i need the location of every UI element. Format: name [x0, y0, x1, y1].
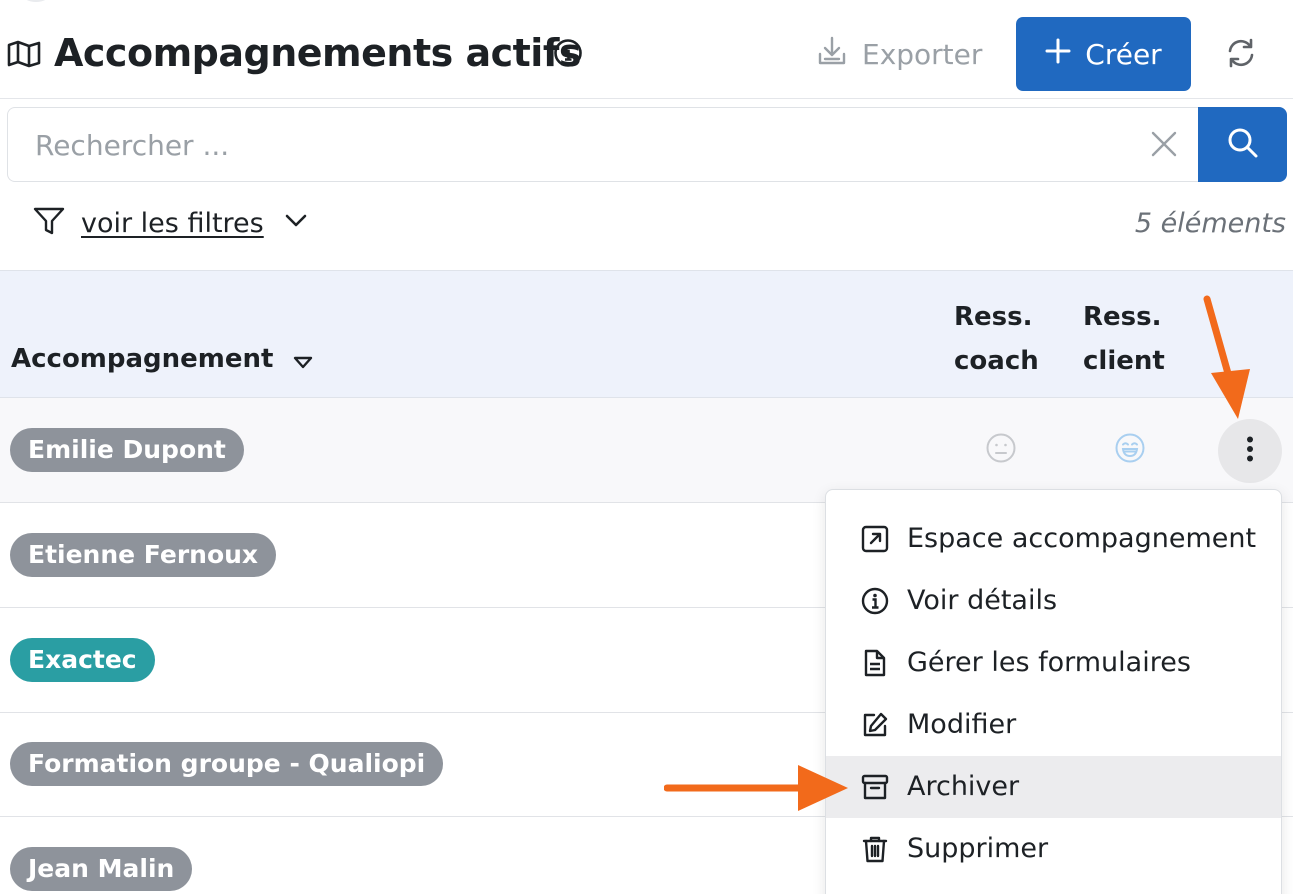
menu-item-label: Supprimer: [907, 833, 1049, 864]
download-icon: [816, 35, 848, 74]
table-header: Accompagnement Ress. coach Ress. client: [0, 270, 1293, 398]
menu-item-label: Modifier: [907, 709, 1017, 740]
grin-face-icon: [1114, 432, 1146, 468]
search-icon: [1227, 127, 1259, 163]
trash-icon: [861, 835, 889, 870]
search-field: [7, 107, 1198, 182]
menu-item-label: Gérer les formulaires: [907, 647, 1191, 678]
external-link-icon: [861, 525, 889, 560]
info-circle-icon: [861, 587, 889, 622]
clear-search-icon[interactable]: [1150, 130, 1178, 162]
export-label: Exporter: [862, 37, 983, 71]
column-header-accompagnement[interactable]: Accompagnement: [11, 341, 313, 377]
annotation-arrow-right: [664, 765, 848, 811]
row-actions-menu: Espace accompagnement Voir détails Gérer…: [825, 489, 1282, 894]
page-header: Accompagnements actifs Exporter Créer: [0, 0, 1293, 99]
menu-item-modifier[interactable]: Modifier: [826, 694, 1281, 756]
chevron-down-icon: [284, 213, 308, 233]
menu-item-archiver[interactable]: Archiver: [826, 756, 1281, 818]
accompagnement-tag[interactable]: Formation groupe - Qualiopi: [10, 742, 444, 786]
plus-icon: [1045, 38, 1071, 71]
search-button[interactable]: [1198, 107, 1287, 182]
column-header-coach: Ress. coach: [954, 295, 1054, 383]
menu-item-label: Archiver: [907, 771, 1020, 802]
column-header-client-line1: Ress.: [1083, 302, 1162, 332]
refresh-icon: [1224, 38, 1258, 74]
column-header-client: Ress. client: [1083, 295, 1183, 383]
menu-item-label: Voir détails: [907, 585, 1058, 616]
menu-item-espace-accompagnement[interactable]: Espace accompagnement: [826, 508, 1281, 570]
archive-icon: [861, 773, 889, 808]
filters-toggle[interactable]: voir les filtres: [33, 206, 308, 240]
filters-toggle-label: voir les filtres: [81, 207, 264, 239]
column-header-client-line2: client: [1083, 346, 1165, 376]
search-input[interactable]: [35, 126, 1135, 164]
info-icon[interactable]: [553, 38, 583, 72]
column-header-coach-line2: coach: [954, 346, 1039, 376]
table-row: Emilie Dupont: [0, 398, 1293, 503]
refresh-button[interactable]: [1224, 36, 1258, 74]
export-button[interactable]: Exporter: [816, 32, 982, 76]
column-header-label: Accompagnement: [11, 344, 274, 374]
menu-item-gerer-formulaires[interactable]: Gérer les formulaires: [826, 632, 1281, 694]
edit-icon: [861, 711, 889, 746]
menu-item-label: Espace accompagnement: [907, 523, 1257, 554]
accompagnement-tag[interactable]: Exactec: [10, 638, 155, 682]
neutral-face-icon: [985, 432, 1017, 468]
annotation-arrow-down: [1203, 295, 1250, 419]
file-text-icon: [861, 649, 889, 684]
menu-item-voir-details[interactable]: Voir détails: [826, 570, 1281, 632]
page-title: Accompagnements actifs: [54, 31, 581, 75]
results-count: 5 éléments: [1134, 208, 1286, 239]
accompagnement-tag[interactable]: Jean Malin: [10, 847, 193, 891]
menu-item-supprimer[interactable]: Supprimer: [826, 818, 1281, 880]
create-label: Créer: [1085, 37, 1162, 71]
create-button[interactable]: Créer: [1016, 17, 1191, 91]
filter-icon: [33, 206, 65, 240]
accompagnement-tag[interactable]: Emilie Dupont: [10, 428, 244, 472]
column-header-coach-line1: Ress.: [954, 302, 1033, 332]
sort-down-icon: [293, 347, 313, 377]
accompagnement-tag[interactable]: Etienne Fernoux: [10, 533, 277, 577]
map-icon: [7, 40, 41, 72]
more-vertical-icon: [1246, 436, 1254, 466]
